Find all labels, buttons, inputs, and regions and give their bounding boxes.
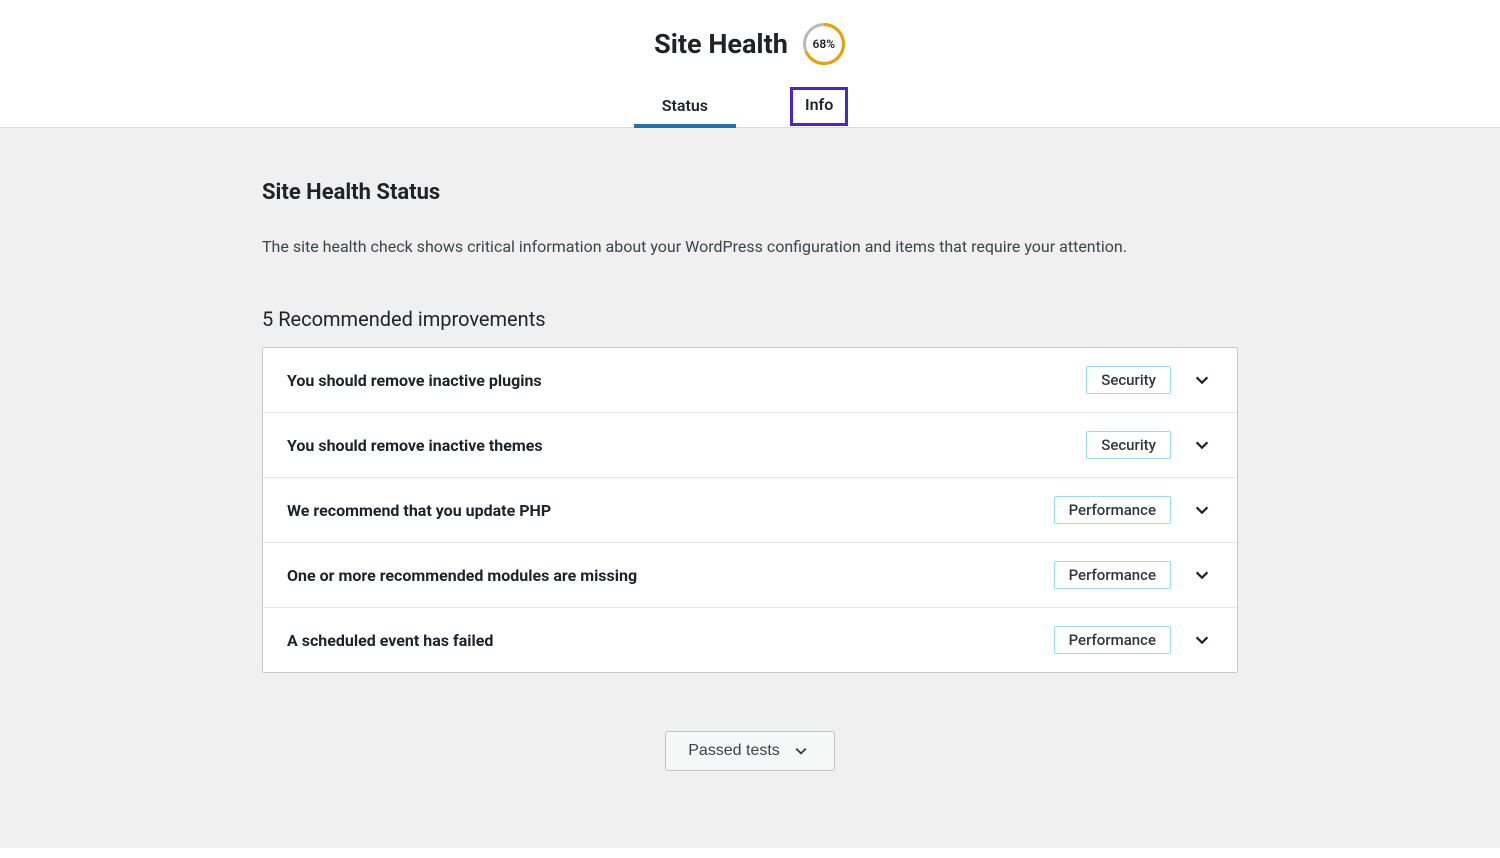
status-badge: Security: [1086, 366, 1171, 394]
title-row: Site Health 68%: [0, 22, 1500, 66]
improvement-row-title: You should remove inactive plugins: [287, 371, 1086, 390]
status-badge: Performance: [1054, 561, 1171, 589]
passed-tests-label: Passed tests: [688, 742, 780, 760]
improvement-row[interactable]: One or more recommended modules are miss…: [263, 543, 1237, 608]
main-body: Site Health Status The site health check…: [0, 128, 1500, 848]
improvements-panel: You should remove inactive pluginsSecuri…: [262, 347, 1238, 673]
page-title: Site Health: [654, 28, 788, 60]
health-score-indicator: 68%: [802, 22, 846, 66]
chevron-down-icon: [1191, 629, 1213, 651]
chevron-down-icon: [1191, 564, 1213, 586]
improvement-row-title: You should remove inactive themes: [287, 436, 1086, 455]
passed-tests-button[interactable]: Passed tests: [665, 731, 835, 771]
passed-tests-wrap: Passed tests: [262, 731, 1238, 771]
improvement-row[interactable]: We recommend that you update PHPPerforma…: [263, 478, 1237, 543]
tab-info[interactable]: Info: [790, 87, 848, 126]
improvement-row-title: We recommend that you update PHP: [287, 501, 1054, 520]
status-badge: Performance: [1054, 496, 1171, 524]
chevron-down-icon: [790, 740, 812, 762]
chevron-down-icon: [1191, 499, 1213, 521]
chevron-down-icon: [1191, 369, 1213, 391]
improvement-row[interactable]: You should remove inactive themesSecurit…: [263, 413, 1237, 478]
score-percent-label: 68%: [802, 22, 846, 66]
section-title: Site Health Status: [262, 180, 1238, 205]
tab-status[interactable]: Status: [652, 88, 718, 127]
status-badge: Security: [1086, 431, 1171, 459]
status-badge: Performance: [1054, 626, 1171, 654]
improvement-row-title: A scheduled event has failed: [287, 631, 1054, 650]
chevron-down-icon: [1191, 434, 1213, 456]
improvement-row-title: One or more recommended modules are miss…: [287, 566, 1054, 585]
content-container: Site Health Status The site health check…: [262, 180, 1238, 771]
intro-text: The site health check shows critical inf…: [262, 235, 1238, 259]
improvement-row[interactable]: A scheduled event has failedPerformance: [263, 608, 1237, 672]
page-header: Site Health 68% Status Info: [0, 0, 1500, 128]
improvement-row[interactable]: You should remove inactive pluginsSecuri…: [263, 348, 1237, 413]
improvements-heading: 5 Recommended improvements: [262, 307, 1238, 331]
tabs-nav: Status Info: [0, 88, 1500, 127]
